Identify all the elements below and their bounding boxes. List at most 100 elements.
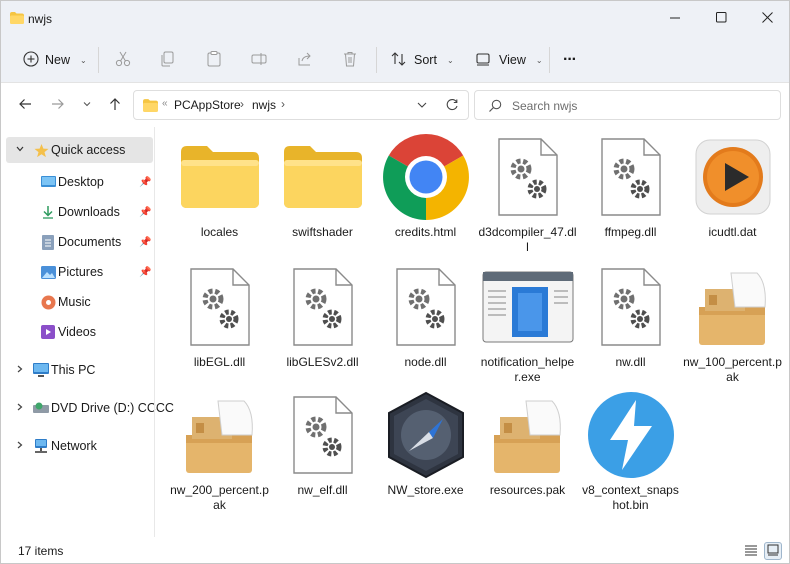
sidebar-item-documents[interactable]: Documents 📌 xyxy=(1,229,154,255)
rename-button[interactable] xyxy=(250,45,268,75)
file-item[interactable]: resources.pak xyxy=(476,389,579,515)
pictures-icon xyxy=(40,264,56,280)
view-button[interactable]: View ⌄ xyxy=(475,45,543,75)
file-item[interactable]: icudtl.dat xyxy=(681,131,784,257)
sidebar-item-this-pc[interactable]: This PC xyxy=(1,357,154,383)
file-name: node.dll xyxy=(404,355,447,369)
dll-file-icon xyxy=(480,131,576,223)
folder-icon xyxy=(10,12,24,27)
sidebar-item-label: Downloads xyxy=(58,205,120,219)
item-count: 17 items xyxy=(18,544,64,558)
chevron-right-icon xyxy=(15,364,25,376)
scissors-icon xyxy=(114,50,132,71)
copy-icon xyxy=(159,50,177,71)
file-item[interactable]: libEGL.dll xyxy=(168,261,271,387)
address-dropdown-icon[interactable] xyxy=(416,99,428,114)
file-item[interactable]: notification_helper.exe xyxy=(476,261,579,387)
file-name: swiftshader xyxy=(292,225,353,239)
application-window-icon xyxy=(480,261,576,353)
file-name: d3dcompiler_47.dll xyxy=(478,225,577,254)
chevron-down-icon xyxy=(15,144,25,156)
delete-button[interactable] xyxy=(341,45,359,75)
file-item[interactable]: swiftshader xyxy=(271,131,374,257)
breadcrumb-pcappstore[interactable]: PCAppStore xyxy=(174,98,241,112)
star-icon xyxy=(33,142,49,158)
sidebar-item-label: Documents xyxy=(58,235,122,249)
file-item[interactable]: nw_100_percent.pak xyxy=(681,261,784,387)
pin-icon[interactable]: 📌 xyxy=(139,237,151,248)
dll-file-icon xyxy=(378,261,474,353)
sidebar-item-downloads[interactable]: Downloads 📌 xyxy=(1,199,154,225)
file-item[interactable]: NW_store.exe xyxy=(374,389,477,515)
pin-icon[interactable]: 📌 xyxy=(139,177,151,188)
chevron-down-icon: ⌄ xyxy=(446,55,454,65)
recent-locations-button[interactable] xyxy=(77,95,97,115)
up-button[interactable] xyxy=(105,95,125,115)
file-item[interactable]: v8_context_snapshot.bin xyxy=(579,389,682,515)
file-item[interactable]: node.dll xyxy=(374,261,477,387)
file-item[interactable]: nw_elf.dll xyxy=(271,389,374,515)
breadcrumb-separator[interactable]: › xyxy=(240,97,244,111)
file-item[interactable]: d3dcompiler_47.dll xyxy=(476,131,579,257)
refresh-icon[interactable] xyxy=(445,98,459,115)
sidebar-item-videos[interactable]: Videos xyxy=(1,319,154,345)
search-placeholder: Search nwjs xyxy=(512,99,578,113)
close-button[interactable] xyxy=(744,1,789,37)
new-button[interactable]: New ⌄ xyxy=(23,45,87,75)
toolbar-divider xyxy=(549,47,550,73)
search-box[interactable]: Search nwjs xyxy=(474,90,781,120)
plus-icon xyxy=(23,50,39,70)
paste-button[interactable] xyxy=(205,45,223,75)
file-item[interactable]: credits.html xyxy=(374,131,477,257)
cut-button[interactable] xyxy=(114,45,132,75)
computer-icon xyxy=(33,362,49,378)
sidebar-item-network[interactable]: Network xyxy=(1,433,154,459)
file-item[interactable]: nw_200_percent.pak xyxy=(168,389,271,515)
share-button[interactable] xyxy=(296,45,314,75)
documents-icon xyxy=(40,234,56,250)
sort-button[interactable]: Sort ⌄ xyxy=(390,45,454,75)
sidebar-item-music[interactable]: Music xyxy=(1,289,154,315)
dll-file-icon xyxy=(583,131,679,223)
sort-icon xyxy=(390,50,408,71)
large-icons-view-button[interactable] xyxy=(764,542,782,560)
file-item[interactable]: ffmpeg.dll xyxy=(579,131,682,257)
dll-file-icon xyxy=(583,261,679,353)
breadcrumb-nwjs[interactable]: nwjs xyxy=(252,98,276,112)
back-button[interactable] xyxy=(15,95,35,115)
sidebar-item-desktop[interactable]: Desktop 📌 xyxy=(1,169,154,195)
sidebar-item-pictures[interactable]: Pictures 📌 xyxy=(1,259,154,285)
file-item[interactable]: locales xyxy=(168,131,271,257)
forward-button[interactable] xyxy=(48,95,68,115)
file-name: credits.html xyxy=(394,225,457,239)
dll-file-icon xyxy=(172,261,268,353)
chrome-icon xyxy=(378,131,474,223)
details-view-button[interactable] xyxy=(742,542,760,560)
maximize-icon xyxy=(715,12,727,26)
address-bar[interactable]: « PCAppStore › nwjs › xyxy=(133,90,469,120)
view-label: View xyxy=(499,53,526,67)
sidebar-item-label: Videos xyxy=(58,325,96,339)
breadcrumb-overflow[interactable]: « xyxy=(162,98,168,109)
media-player-icon xyxy=(685,131,781,223)
sidebar-item-label: Pictures xyxy=(58,265,104,279)
copy-button[interactable] xyxy=(159,45,177,75)
breadcrumb-separator[interactable]: › xyxy=(281,97,285,111)
list-icon xyxy=(744,544,758,559)
file-item[interactable]: nw.dll xyxy=(579,261,682,387)
sidebar-item-quick-access[interactable]: Quick access xyxy=(6,137,153,163)
file-name: nw_elf.dll xyxy=(297,483,348,497)
navigation-pane: Quick access Desktop 📌 Downloads 📌 Docum… xyxy=(1,127,174,537)
package-icon xyxy=(480,389,576,481)
toolbar-divider xyxy=(98,47,99,73)
pin-icon[interactable]: 📌 xyxy=(139,267,151,278)
sidebar-item-dvd-drive[interactable]: DVD Drive (D:) CCCC xyxy=(1,395,174,421)
file-name: libGLESv2.dll xyxy=(286,355,359,369)
more-options-button[interactable]: ··· xyxy=(563,45,577,75)
package-icon xyxy=(172,389,268,481)
file-item[interactable]: libGLESv2.dll xyxy=(271,261,374,387)
minimize-button[interactable] xyxy=(652,1,698,37)
file-name: nw.dll xyxy=(615,355,646,369)
maximize-button[interactable] xyxy=(698,1,744,37)
pin-icon[interactable]: 📌 xyxy=(139,207,151,218)
